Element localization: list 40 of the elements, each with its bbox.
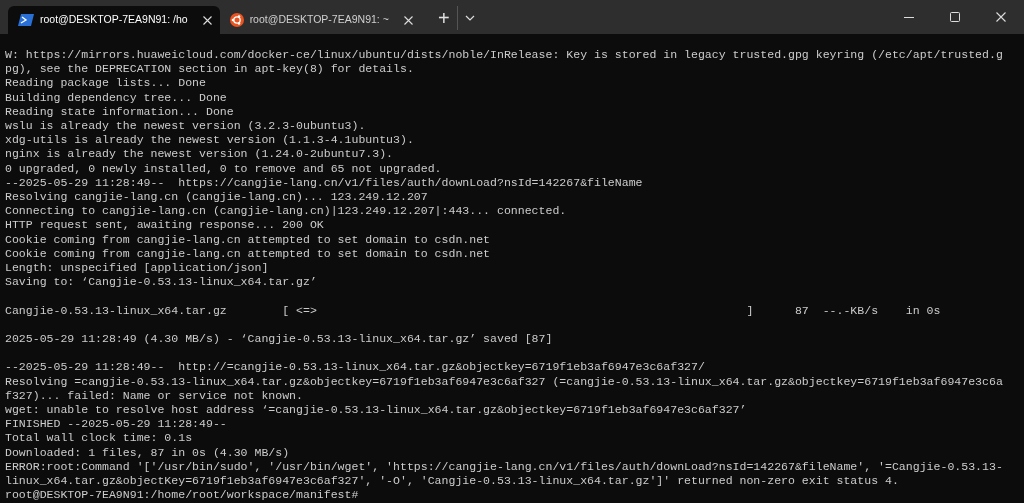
minimize-icon [904,16,914,18]
terminal-line: wget: unable to resolve host address ‘=cangjie-0.53.13-linux_x64.tar.gz&objectkey=6719f1eb3af6947e3c6af327’ [5,403,747,418]
terminal-line: Saving to: ‘Cangjie-0.53.13-linux_x64.tar.gz’ [5,275,317,290]
terminal-line: Cookie coming from cangjie-lang.cn attempted to set domain to csdn.net [5,232,491,247]
terminal-line: Reading state information... Done [5,104,234,119]
terminal-line: Resolving =cangjie-0.53.13-linux_x64.tar.gz&objectkey=6719f1eb3af6947e3c6af327 (=cangjie-0.53.13-linux_x64.tar.gz&objectkey=6719f1eb3af6947e3c6a [5,374,1003,389]
terminal-line: nginx is already the newest version (1.24.0-2ubuntu7.3). [5,147,394,162]
terminal-line: ERROR:root:Command '['/usr/bin/sudo', '/usr/bin/wget', 'https://cangjie-lang.cn/v1/files/auth/downLoad?nsId=142267&fileName', '=Cangjie-0.53.13- [5,459,1003,475]
tab[interactable]: root@DESKTOP-7EA9N91: ~ [219,6,421,34]
terminal-line: Building dependency tree... Done [5,90,227,105]
terminal-line: HTTP request sent, awaiting response... 200 OK [5,218,324,233]
terminal-line: 2025-05-29 11:28:49 (4.30 MB/s) - ‘Cangjie-0.53.13-linux_x64.tar.gz’ saved [87] [5,332,553,347]
new-tab-button[interactable]: + [430,6,457,30]
terminal-line: 0 upgraded, 0 newly installed, 0 to remove and 65 not upgraded. [5,161,442,176]
terminal-line: Length: unspecified [application/json] [5,261,269,276]
terminal-line: Resolving cangjie-lang.cn (cangjie-lang.cn)... 123.249.12.207 [5,190,428,205]
terminal-line: --2025-05-29 11:28:49-- https://cangjie-lang.cn/v1/files/auth/downLoad?nsId=142267&fileName [5,175,643,191]
terminal-line: Connecting to cangjie-lang.cn (cangjie-lang.cn)|123.249.12.207|:443... connected. [5,204,567,219]
terminal-line: pg), see the DEPRECATION section in apt-key(8) for details. [5,62,414,77]
terminal-icon [18,14,34,26]
terminal-line: wslu is already the newest version (3.2.3-0ubuntu3). [5,119,366,134]
close-icon [404,15,414,25]
terminal-line: Total wall clock time: 0.1s [5,431,193,446]
terminal-line: --2025-05-29 11:28:49-- http://=cangjie-0.53.13-linux_x64.tar.gz&objectkey=6719f1eb3af6947e3c6af327/ [5,360,705,375]
close-icon [203,15,213,25]
terminal-line: Cangjie-0.53.13-linux_x64.tar.gz [ <=> ] 87 --.-KB/s in 0s [5,303,941,318]
terminal-line: xdg-utils is already the newest version (1.1.3-4.1ubuntu3). [5,133,414,148]
terminal-line: linux_x64.tar.gz&objectKey=6719f1eb3af6947e3c6af327', '-O', 'Cangjie-0.53.13-linux_x64.tar.gz']' returned non-zero exit status 4. [5,474,899,489]
terminal-line: root@DESKTOP-7EA9N91:/home/root/workspace/manifest# [5,488,359,503]
close-icon [996,12,1006,22]
terminal-line: Downloaded: 1 files, 87 in 0s (4.30 MB/s) [5,445,290,460]
terminal-line: Reading package lists... Done [5,76,206,91]
terminal-line: f327)... failed: Name or service not known. [5,388,303,404]
maximize-icon [950,12,960,22]
tab[interactable]: root@DESKTOP-7EA9N91: /ho [8,6,220,34]
terminal-line: FINISHED --2025-05-29 11:28:49-- [5,417,227,432]
terminal-line: W: https://mirrors.huaweicloud.com/docker-ce/linux/ubuntu/dists/noble/InRelease: Key is stored in legacy trusted.gpg keyring (/etc/apt/trusted.g [5,48,1003,63]
chevron-down-icon [465,15,476,21]
terminal-line: Cookie coming from cangjie-lang.cn attempted to set domain to csdn.net [5,246,491,262]
circle-logo-icon [229,13,244,27]
